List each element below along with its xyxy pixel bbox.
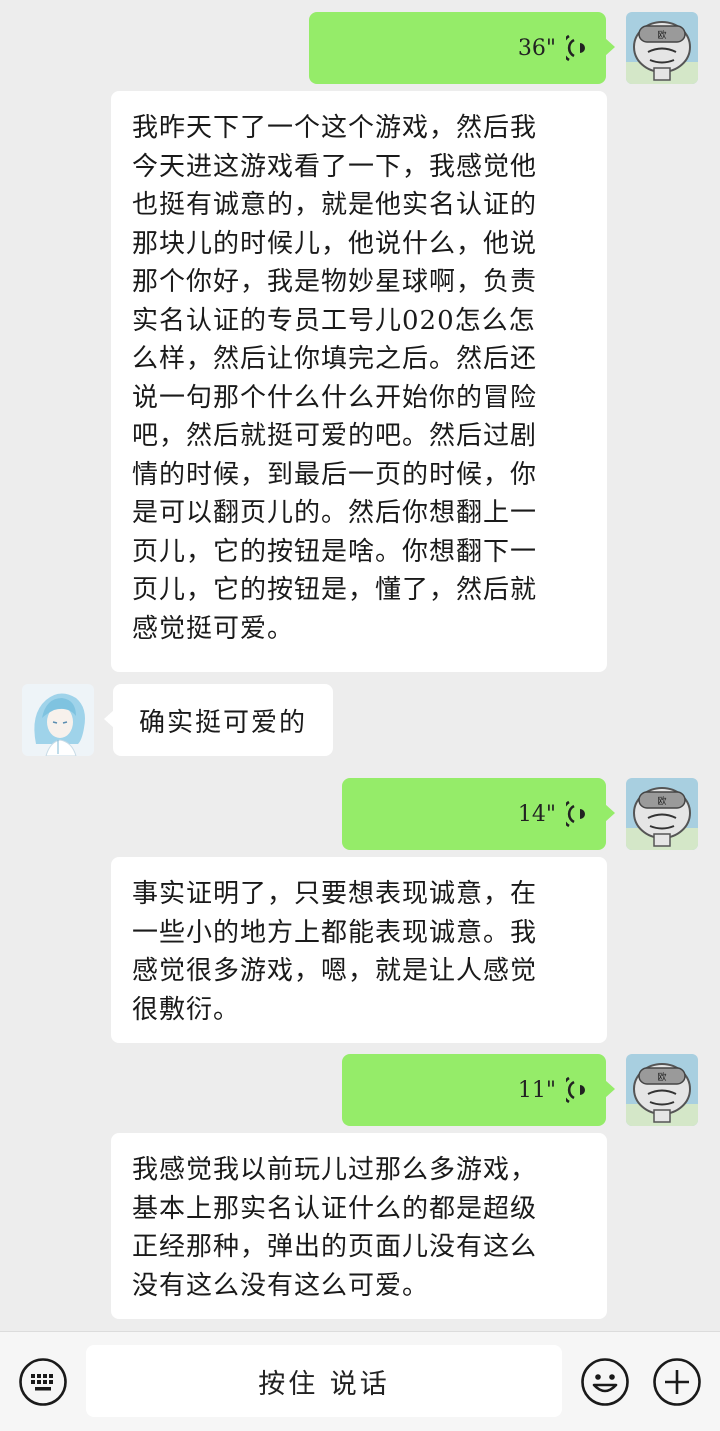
more-button[interactable] xyxy=(652,1357,702,1407)
avatar-badge: 欧 xyxy=(657,795,666,807)
hold-to-talk-button[interactable]: 按住 说话 xyxy=(86,1345,562,1417)
my-avatar[interactable]: 欧 xyxy=(626,12,698,84)
contact-avatar[interactable] xyxy=(22,684,94,756)
voice-wave-icon xyxy=(566,1076,585,1104)
avatar-badge: 欧 xyxy=(657,1071,666,1083)
voice-transcript: 事实证明了，只要想表现诚意，在 一些小的地方上都能表现诚意。我 感觉很多游戏，嗯… xyxy=(111,857,607,1043)
voice-transcript: 我感觉我以前玩儿过那么多游戏， 基本上那实名认证什么的都是超级 正经那种，弹出的… xyxy=(111,1133,607,1319)
hold-to-talk-label: 按住 说话 xyxy=(258,1368,390,1400)
voice-duration: 36" xyxy=(517,35,556,61)
emoji-button[interactable] xyxy=(580,1357,630,1407)
avatar-badge: 欧 xyxy=(657,29,666,41)
plus-icon xyxy=(653,1358,701,1406)
voice-duration: 14" xyxy=(517,801,556,827)
emoji-icon xyxy=(581,1358,629,1406)
voice-message[interactable]: 11" xyxy=(342,1054,615,1126)
my-avatar[interactable]: 欧 xyxy=(626,778,698,850)
voice-wave-icon xyxy=(566,800,585,828)
input-bar: 按住 说话 xyxy=(0,1331,720,1431)
keyboard-button[interactable] xyxy=(18,1357,68,1407)
voice-wave-icon xyxy=(566,34,585,62)
incoming-message[interactable]: 确实挺可爱的 xyxy=(103,684,334,756)
incoming-message-text: 确实挺可爱的 xyxy=(139,707,308,738)
keyboard-icon xyxy=(19,1358,67,1406)
chat-area[interactable]: 36" 欧 我昨天下了一个这个游戏，然后我 今天进这游戏看了一下，我感觉他 也挺… xyxy=(0,0,720,1331)
my-avatar[interactable]: 欧 xyxy=(626,1054,698,1126)
voice-duration: 11" xyxy=(517,1077,556,1103)
voice-message[interactable]: 14" xyxy=(342,778,615,850)
voice-message[interactable]: 36" xyxy=(309,12,615,84)
voice-transcript: 我昨天下了一个这个游戏，然后我 今天进这游戏看了一下，我感觉他 也挺有诚意的，就… xyxy=(111,91,607,672)
